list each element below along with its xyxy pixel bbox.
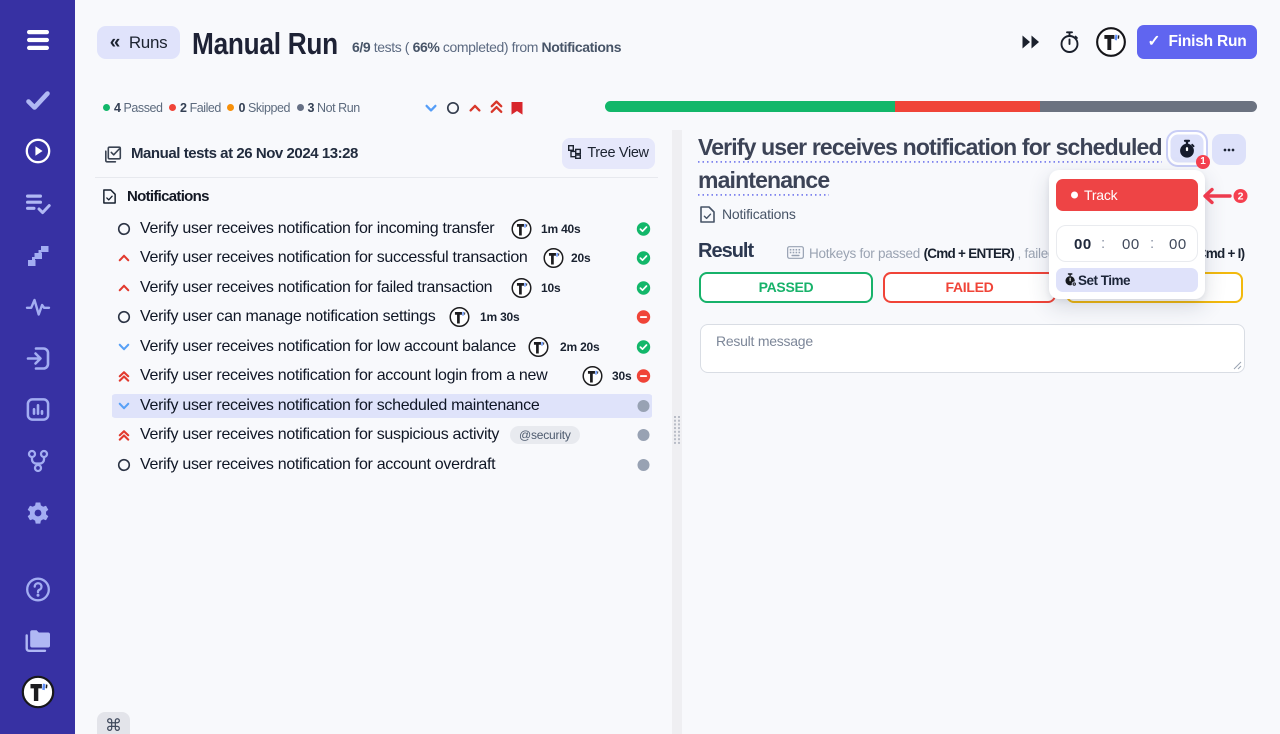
svg-text:2: 2 [1238,191,1244,203]
